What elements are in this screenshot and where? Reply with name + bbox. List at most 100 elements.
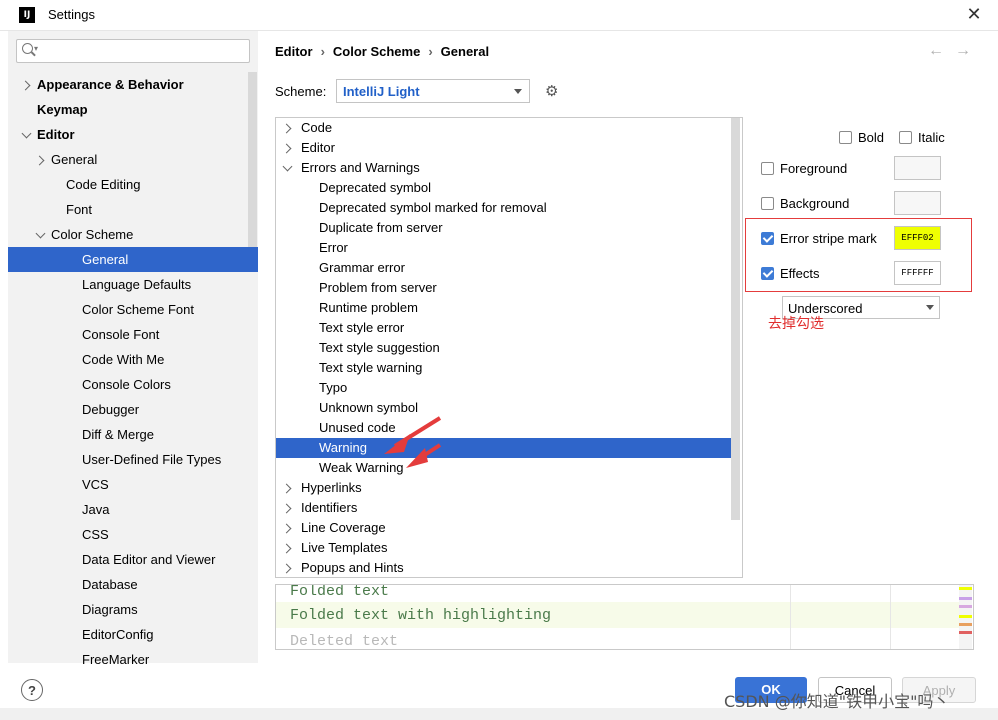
- help-button[interactable]: ?: [21, 679, 43, 701]
- sidebar-item[interactable]: Diff & Merge: [82, 422, 154, 447]
- sidebar-item[interactable]: Debugger: [82, 397, 139, 422]
- scheme-tree-item[interactable]: Popups and Hints: [301, 558, 404, 578]
- stripe-mark: [959, 631, 972, 634]
- sidebar-item[interactable]: Console Font: [82, 322, 159, 347]
- scheme-tree-item[interactable]: Text style suggestion: [319, 338, 440, 358]
- foreground-color-swatch[interactable]: [894, 156, 941, 180]
- error-stripe-gutter[interactable]: [959, 585, 972, 649]
- preview-line: Folded text: [290, 584, 390, 600]
- sidebar-item[interactable]: Color Scheme: [51, 222, 133, 247]
- sidebar-item[interactable]: Code Editing: [66, 172, 140, 197]
- search-input[interactable]: [16, 39, 250, 63]
- breadcrumb-item[interactable]: Editor: [275, 44, 313, 59]
- stripe-mark: [959, 623, 972, 626]
- sidebar-item[interactable]: General: [51, 147, 97, 172]
- window-title: Settings: [48, 7, 95, 22]
- stripe-mark: [959, 587, 972, 590]
- sidebar-item[interactable]: CSS: [82, 522, 109, 547]
- effects-label: Effects: [780, 266, 820, 281]
- sidebar-item[interactable]: Database: [82, 572, 138, 597]
- annotation-arrows: [384, 416, 442, 468]
- scheme-tree-item[interactable]: Problem from server: [319, 278, 437, 298]
- sidebar-item[interactable]: Code With Me: [82, 347, 164, 372]
- stripe-mark: [959, 605, 972, 608]
- sidebar-item[interactable]: Language Defaults: [82, 272, 191, 297]
- title-bar: [0, 0, 998, 31]
- scheme-tree-item[interactable]: Typo: [319, 378, 347, 398]
- scheme-tree-item[interactable]: Live Templates: [301, 538, 387, 558]
- scheme-tree-item[interactable]: Hyperlinks: [301, 478, 362, 498]
- background-color-swatch[interactable]: [894, 191, 941, 215]
- italic-checkbox[interactable]: [899, 131, 912, 144]
- forward-arrow-icon[interactable]: →: [955, 42, 971, 60]
- sidebar-scrollbar[interactable]: [248, 72, 257, 247]
- scheme-tree-item[interactable]: Duplicate from server: [319, 218, 443, 238]
- breadcrumb: Editor › Color Scheme › General: [275, 44, 489, 59]
- search-options-icon[interactable]: ▾: [34, 44, 38, 53]
- scheme-tree-item[interactable]: Deprecated symbol marked for removal: [319, 198, 547, 218]
- background-checkbox[interactable]: [761, 197, 774, 210]
- bold-label: Bold: [858, 130, 885, 145]
- foreground-label: Foreground: [780, 161, 848, 176]
- right-margin-guide: [790, 585, 791, 649]
- scheme-tree-item[interactable]: Runtime problem: [319, 298, 418, 318]
- scheme-tree-item[interactable]: Deprecated symbol: [319, 178, 431, 198]
- scheme-tree-item[interactable]: Text style error: [319, 318, 404, 338]
- sidebar-selection: [8, 247, 258, 272]
- scheme-tree-item[interactable]: Identifiers: [301, 498, 357, 518]
- sidebar-item[interactable]: Editor: [37, 122, 75, 147]
- annotation-note: 去掉勾选: [768, 315, 824, 331]
- scheme-tree-item[interactable]: Warning: [319, 438, 367, 458]
- sidebar-item[interactable]: VCS: [82, 472, 109, 497]
- preview-line: Folded text with highlighting: [290, 607, 552, 624]
- sidebar-item[interactable]: Appearance & Behavior: [37, 72, 184, 97]
- intellij-app-icon: IJ: [19, 7, 35, 23]
- stripe-mark: [959, 597, 972, 600]
- effects-color-swatch[interactable]: FFFFFF: [894, 261, 941, 285]
- sidebar-item[interactable]: FreeMarker: [82, 647, 149, 672]
- back-arrow-icon[interactable]: ←: [928, 42, 944, 60]
- bold-checkbox[interactable]: [839, 131, 852, 144]
- sidebar-item[interactable]: User-Defined File Types: [82, 447, 221, 472]
- scheme-tree-item[interactable]: Errors and Warnings: [301, 158, 420, 178]
- chevron-right-icon: ›: [428, 44, 433, 59]
- search-icon: [22, 43, 33, 54]
- scheme-tree-item[interactable]: Grammar error: [319, 258, 405, 278]
- sidebar-item[interactable]: Keymap: [37, 97, 88, 122]
- chevron-down-icon: [926, 305, 934, 310]
- breadcrumb-item: General: [440, 44, 490, 59]
- sidebar-item[interactable]: Data Editor and Viewer: [82, 547, 215, 572]
- code-preview[interactable]: Folded text Folded text with highlightin…: [275, 584, 974, 650]
- sidebar-item[interactable]: Console Colors: [82, 372, 171, 397]
- scheme-tree-item[interactable]: Line Coverage: [301, 518, 386, 538]
- error-stripe-checkbox[interactable]: [761, 232, 774, 245]
- effects-checkbox[interactable]: [761, 267, 774, 280]
- chevron-right-icon: ›: [320, 44, 325, 59]
- scheme-tree-item[interactable]: Error: [319, 238, 348, 258]
- right-margin-guide: [890, 585, 891, 649]
- sidebar-item[interactable]: EditorConfig: [82, 622, 154, 647]
- close-icon[interactable]: ✕: [964, 4, 984, 24]
- preview-line: Deleted text: [290, 633, 399, 650]
- watermark: CSDN @你知道"铁甲小宝"吗丶: [724, 692, 950, 711]
- sidebar-item[interactable]: Java: [82, 497, 109, 522]
- scheme-tree-item[interactable]: Code: [301, 118, 332, 138]
- sidebar-item[interactable]: Color Scheme Font: [82, 297, 194, 322]
- sidebar-item[interactable]: General: [82, 247, 128, 272]
- scheme-tree-item[interactable]: Text style warning: [319, 358, 422, 378]
- sidebar-item[interactable]: Font: [66, 197, 92, 222]
- error-stripe-label: Error stripe mark: [780, 231, 877, 246]
- gear-icon[interactable]: ⚙: [545, 84, 558, 99]
- stripe-mark: [959, 615, 972, 618]
- tree-scrollbar[interactable]: [731, 118, 740, 520]
- scheme-value: IntelliJ Light: [343, 84, 420, 99]
- error-stripe-color-swatch[interactable]: EFFF02: [894, 226, 941, 250]
- scheme-tree-item[interactable]: Editor: [301, 138, 335, 158]
- sidebar-item[interactable]: Diagrams: [82, 597, 138, 622]
- foreground-checkbox[interactable]: [761, 162, 774, 175]
- background-label: Background: [780, 196, 850, 211]
- scheme-label: Scheme:: [275, 84, 327, 99]
- chevron-down-icon: [514, 89, 522, 94]
- italic-label: Italic: [918, 130, 945, 145]
- breadcrumb-item[interactable]: Color Scheme: [333, 44, 420, 59]
